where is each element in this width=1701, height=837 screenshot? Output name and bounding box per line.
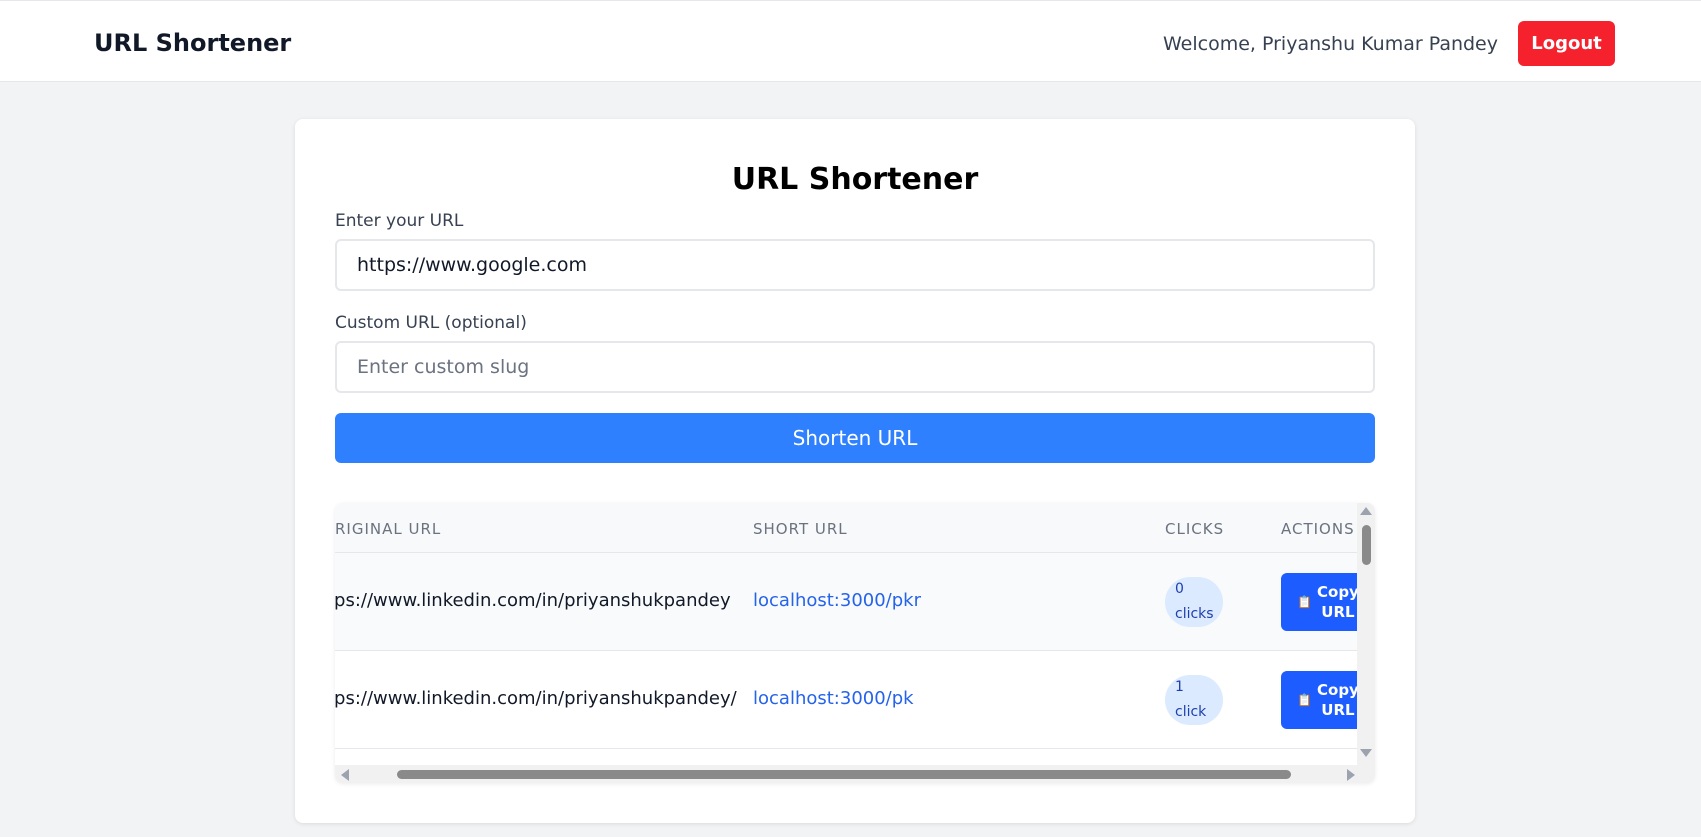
copy-url-label: Copy URL [1317, 582, 1357, 622]
copy-url-label: Copy URL [1317, 680, 1357, 720]
horizontal-scrollbar[interactable] [335, 765, 1375, 783]
copy-label-line2: URL [1321, 603, 1355, 621]
original-url-cell: tps://www.linkedin.com/in/priyanshukpand… [335, 590, 731, 611]
urls-table: RIGINAL URL SHORT URL CLICKS ACTIONS tps… [335, 503, 1375, 783]
clipboard-icon: 📋 [1297, 595, 1312, 609]
horizontal-scroll-thumb[interactable] [397, 770, 1291, 779]
scroll-down-arrow-icon[interactable] [1360, 749, 1372, 757]
copy-label-line1: Copy [1317, 583, 1357, 601]
app-brand[interactable]: URL Shortener [94, 29, 291, 57]
logout-button[interactable]: Logout [1518, 21, 1615, 66]
table-viewport: RIGINAL URL SHORT URL CLICKS ACTIONS tps… [335, 503, 1357, 765]
scroll-left-arrow-icon[interactable] [341, 769, 349, 781]
copy-label-line2: URL [1321, 701, 1355, 719]
scroll-up-arrow-icon[interactable] [1360, 507, 1372, 515]
table-row: tps://www.linkedin.com/in/priyanshukpand… [335, 651, 1357, 749]
shorten-url-button[interactable]: Shorten URL [335, 413, 1375, 463]
original-url-cell: tps://www.linkedin.com/in/priyanshukpand… [335, 688, 737, 709]
clicks-badge: 0 clicks [1165, 577, 1223, 627]
custom-url-label: Custom URL (optional) [335, 313, 527, 333]
column-header-actions: ACTIONS [1281, 520, 1355, 538]
scroll-right-arrow-icon[interactable] [1347, 769, 1355, 781]
table-row: tps://www.linkedin.com/in/priyanshukpand… [335, 553, 1357, 651]
clicks-unit: clicks [1175, 606, 1214, 622]
column-header-clicks: CLICKS [1165, 520, 1225, 538]
url-label: Enter your URL [335, 211, 464, 231]
top-navbar: URL Shortener Welcome, Priyanshu Kumar P… [0, 0, 1701, 82]
shortener-card: URL Shortener Enter your URL Custom URL … [295, 119, 1415, 823]
copy-url-button[interactable]: 📋 Copy URL [1281, 671, 1357, 729]
table-header: RIGINAL URL SHORT URL CLICKS ACTIONS [335, 503, 1357, 553]
copy-label-line1: Copy [1317, 681, 1357, 699]
welcome-text: Welcome, Priyanshu Kumar Pandey [1163, 33, 1498, 55]
url-input[interactable] [335, 239, 1375, 291]
clicks-badge: 1 click [1165, 675, 1223, 725]
copy-url-button[interactable]: 📋 Copy URL [1281, 573, 1357, 631]
clicks-count: 0 [1175, 581, 1184, 597]
page-title: URL Shortener [731, 162, 979, 197]
short-url-link[interactable]: localhost:3000/pkr [753, 590, 921, 611]
vertical-scroll-thumb[interactable] [1362, 525, 1371, 565]
column-header-short-url: SHORT URL [753, 520, 848, 538]
clicks-count: 1 [1175, 679, 1184, 695]
clicks-unit: click [1175, 704, 1207, 720]
short-url-link[interactable]: localhost:3000/pk [753, 688, 914, 709]
vertical-scrollbar[interactable] [1357, 503, 1375, 765]
custom-slug-input[interactable] [335, 341, 1375, 393]
clipboard-icon: 📋 [1297, 693, 1312, 707]
column-header-original-url: RIGINAL URL [335, 520, 442, 538]
